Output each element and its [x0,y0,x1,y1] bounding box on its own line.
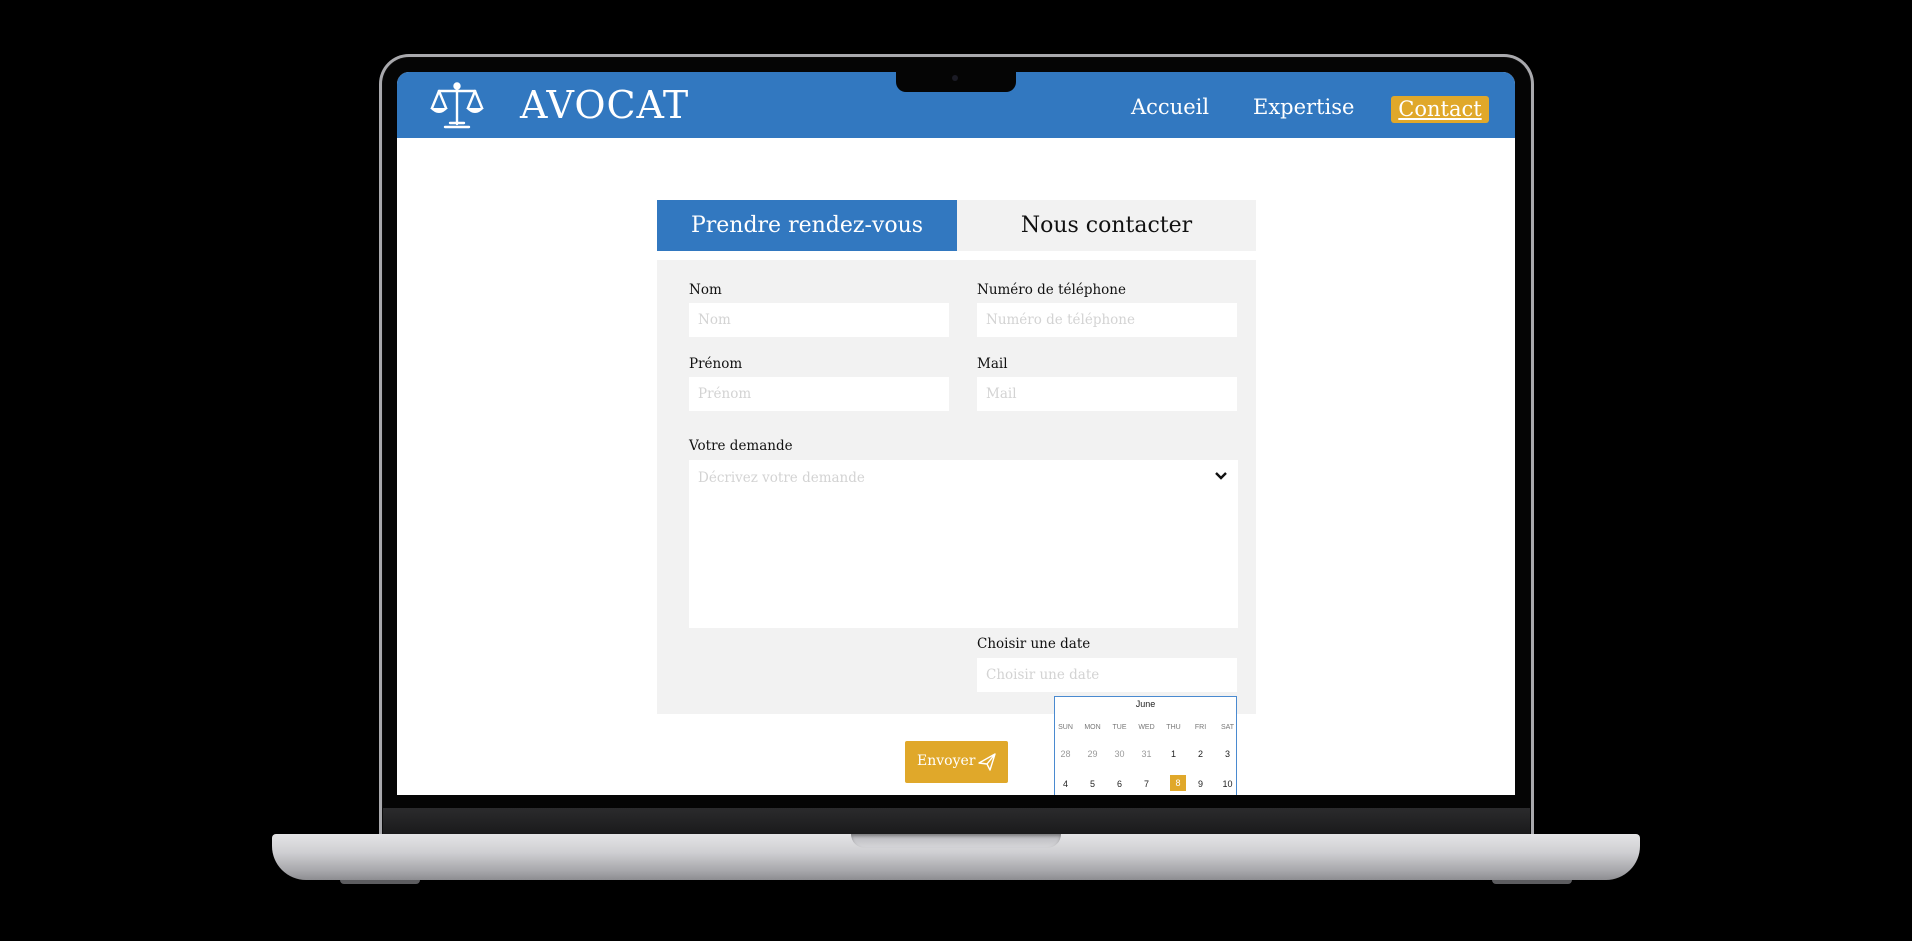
email-label: Mail [977,356,1008,372]
laptop-foot-right [1492,880,1572,884]
weekday-label: THU [1166,724,1181,731]
calendar-day[interactable]: 7 [1133,779,1160,789]
calendar-day[interactable]: 29 [1079,749,1106,759]
calendar-day[interactable]: 31 [1133,749,1160,759]
last-name-label: Nom [689,282,722,298]
camera-notch [896,70,1016,92]
tab-contact[interactable]: Nous contacter [957,200,1256,251]
phone-field[interactable] [977,303,1237,337]
date-label: Choisir une date [977,636,1091,652]
nav-contact[interactable]: Contact [1391,96,1489,123]
send-button-label: Envoyer [917,753,976,769]
nav-expertise[interactable]: Expertise [1253,95,1354,119]
laptop-opening-groove [851,834,1061,848]
calendar-day[interactable]: 4 [1052,779,1079,789]
request-field-wrapper [689,460,1238,628]
first-name-field[interactable] [689,377,949,411]
weekday-label: MON [1084,724,1101,731]
calendar-day[interactable]: 10 [1214,779,1241,789]
weekday-label: SUN [1058,724,1073,731]
calendar-day[interactable]: 30 [1106,749,1133,759]
tab-appointment[interactable]: Prendre rendez-vous [657,200,957,251]
calendar-day[interactable]: 2 [1187,749,1214,759]
calendar-day-selected[interactable]: 8 [1170,775,1186,791]
date-picker: June SUN MON TUE WED THU FRI SAT 28 29 3… [1054,696,1237,795]
chevron-down-icon[interactable] [1214,470,1228,482]
brand-name[interactable]: AVOCAT [520,83,689,127]
first-name-label: Prénom [689,356,743,372]
calendar-day[interactable]: 9 [1187,779,1214,789]
calendar-month[interactable]: June [1055,699,1236,709]
appointment-form: Nom Numéro de téléphone Prénom Mail Votr… [657,260,1256,714]
laptop-hinge [383,808,1530,834]
weekday-label: SAT [1220,724,1235,731]
last-name-field[interactable] [689,303,949,337]
calendar-day[interactable]: 28 [1052,749,1079,759]
calendar-day[interactable]: 5 [1079,779,1106,789]
weekday-label: FRI [1194,724,1207,731]
send-button[interactable]: Envoyer [905,741,1008,783]
calendar-day[interactable]: 1 [1160,749,1187,759]
email-field[interactable] [977,377,1237,411]
scales-of-justice-icon[interactable] [427,80,487,132]
weekday-label: WED [1138,724,1155,731]
paper-plane-icon [978,753,996,771]
calendar-day[interactable]: 6 [1106,779,1133,789]
phone-label: Numéro de téléphone [977,282,1126,298]
date-field[interactable] [977,658,1237,692]
laptop-foot-left [340,880,420,884]
request-field[interactable] [689,460,1238,628]
camera-icon [952,75,958,81]
weekday-label: TUE [1112,724,1127,731]
calendar-day[interactable]: 3 [1214,749,1241,759]
nav-home[interactable]: Accueil [1131,95,1209,119]
request-label: Votre demande [689,438,793,454]
screen: AVOCAT Accueil Expertise Contact Prendre… [397,72,1515,795]
